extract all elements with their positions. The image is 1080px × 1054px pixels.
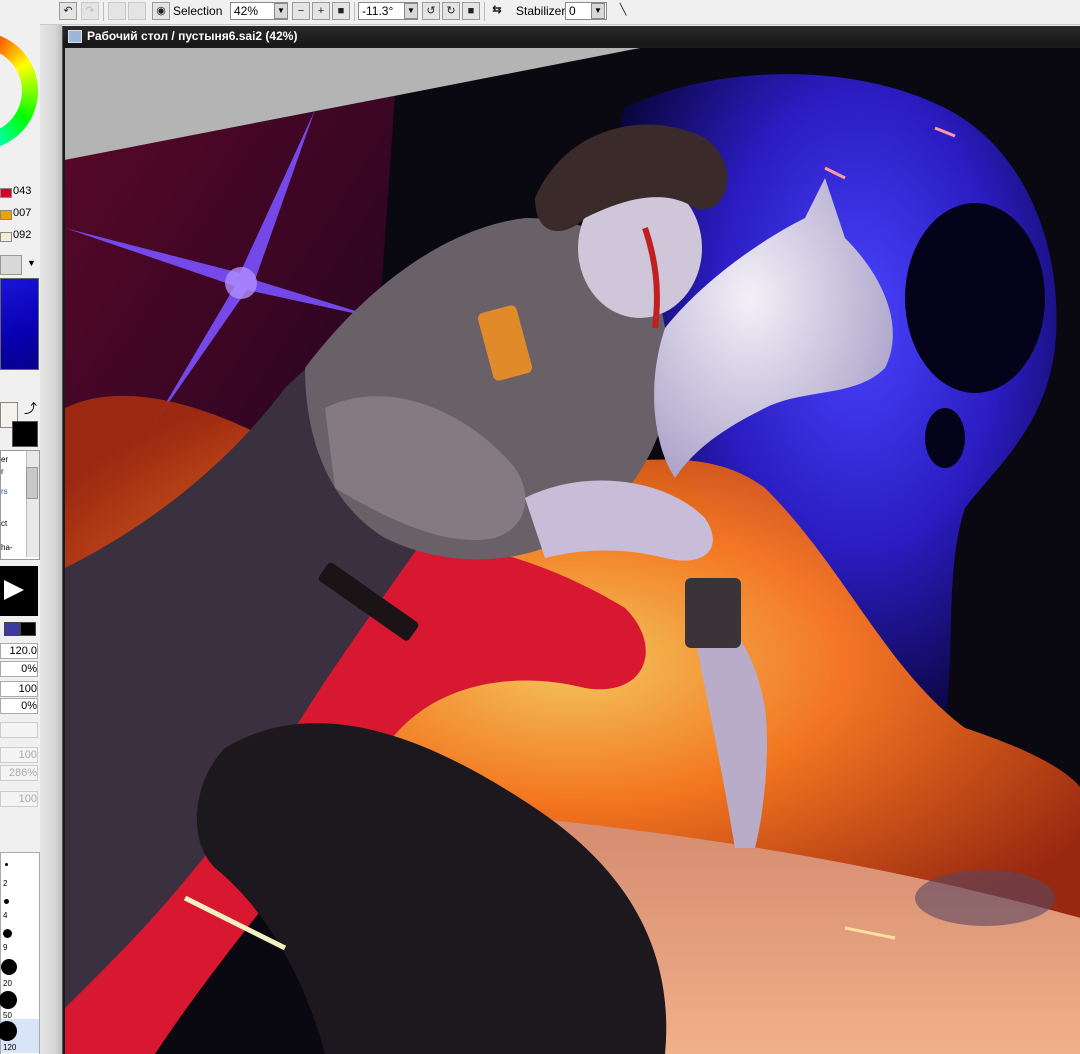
brush-size-item-selected[interactable]: 120 (0, 1019, 39, 1053)
slider-value: 007 (13, 207, 32, 219)
slider-swatch (0, 232, 12, 242)
foreground-color-swatch[interactable] (12, 421, 38, 447)
ground-shadow (915, 870, 1055, 926)
list-item[interactable]: er (1, 455, 8, 464)
drawing-canvas[interactable] (65, 48, 1080, 1054)
color-slider-orange[interactable]: 007 (0, 207, 40, 221)
brush-tip-shape (4, 580, 24, 600)
flip-arrows-icon[interactable]: ⇆ (488, 2, 506, 20)
min-size-field[interactable]: 0% (0, 661, 38, 677)
size-label: 2 (3, 879, 8, 888)
size-label: 20 (3, 979, 12, 988)
document-window: Рабочий стол / пустыня6.sai2 (42%) (62, 26, 1080, 1054)
density-field[interactable]: 100 (0, 681, 38, 697)
divider (484, 2, 485, 21)
brush-shape-preview[interactable] (0, 566, 38, 616)
brush-size-item[interactable]: 2 (1, 859, 39, 888)
chevron-down-icon[interactable]: ▼ (27, 258, 36, 268)
square-icon[interactable]: ■ (332, 2, 350, 20)
eraser-icon[interactable] (0, 255, 22, 275)
slider-value: 043 (13, 185, 32, 197)
eye-icon[interactable]: ◉ (152, 2, 170, 20)
sparkle-core (225, 267, 257, 299)
brush-size-item[interactable]: 20 (1, 957, 39, 988)
document-title: Рабочий стол / пустыня6.sai2 (42%) (87, 29, 298, 43)
artwork (65, 48, 1080, 1054)
list-item[interactable]: r (1, 467, 4, 476)
rotate-ccw-icon[interactable]: ↺ (422, 2, 440, 20)
invert-selection-icon[interactable] (128, 2, 146, 20)
color-slider-red[interactable]: 043 (0, 185, 40, 199)
size-dot (3, 929, 12, 938)
tool-list-scrollbar[interactable] (26, 451, 39, 557)
blank-field (0, 722, 38, 738)
brush-size-item[interactable]: 4 (1, 897, 39, 920)
stabilizer-label: Stabilizer (516, 4, 566, 18)
brush-size-item[interactable]: 9 (1, 927, 39, 952)
brush-size-list[interactable]: 2 4 9 20 50 120 (0, 852, 40, 1054)
list-item[interactable]: rs (1, 487, 8, 496)
square-icon[interactable]: ■ (462, 2, 480, 20)
size-label: 4 (3, 911, 8, 920)
left-tool-panel: 043 007 092 ▼ ⤴ er r rs ct ha- 120.0 0% … (0, 0, 40, 1054)
dilution-field: 286% (0, 765, 38, 781)
blending-field: 100 (0, 747, 38, 763)
size-label: 120 (3, 1043, 17, 1052)
scrollbar-thumb[interactable] (26, 467, 38, 499)
divider (103, 2, 104, 21)
swap-arrow-icon[interactable]: ⤴ (24, 398, 37, 417)
rotate-cw-icon[interactable]: ↻ (442, 2, 460, 20)
size-dot (5, 863, 8, 866)
primary-color-swatch[interactable] (0, 278, 39, 370)
window-icon (68, 30, 82, 43)
color-slider-cream[interactable]: 092 (0, 229, 40, 243)
redo-icon[interactable]: ↷ (81, 2, 99, 20)
brush-size-field[interactable]: 120.0 (0, 643, 38, 659)
mode-swatch-blue[interactable] (4, 622, 20, 636)
size-dot (4, 899, 9, 904)
size-label: 9 (3, 943, 8, 952)
min-density-field[interactable]: 0% (0, 698, 38, 714)
brush-size-item[interactable]: 50 (0, 989, 39, 1020)
line-icon[interactable]: ╲ (614, 2, 632, 20)
persistence-field: 100 (0, 791, 38, 807)
chevron-down-icon[interactable]: ▼ (274, 3, 288, 19)
size-dot (0, 1021, 17, 1041)
list-item[interactable]: ha- (1, 543, 13, 552)
deselect-icon[interactable] (108, 2, 126, 20)
slider-swatch (0, 210, 12, 220)
wrist-cuff (685, 578, 741, 648)
brush-tool-list[interactable]: er r rs ct ha- (0, 450, 40, 560)
panel-separator[interactable] (40, 0, 62, 1054)
size-dot (0, 991, 17, 1009)
mode-swatch-black[interactable] (20, 622, 36, 636)
top-toolbar: ↶ ↷ ◉ Selection 42% ▼ − + ■ -11.3° ▼ ↺ ↻… (40, 0, 1080, 25)
undo-icon[interactable]: ↶ (59, 2, 77, 20)
chevron-down-icon[interactable]: ▼ (404, 3, 418, 19)
slider-swatch (0, 188, 12, 198)
list-item[interactable]: ct (1, 519, 7, 528)
minus-icon[interactable]: − (292, 2, 310, 20)
divider (354, 2, 355, 21)
size-dot (1, 959, 17, 975)
plus-icon[interactable]: + (312, 2, 330, 20)
skull-nasal (925, 408, 965, 468)
document-title-bar[interactable]: Рабочий стол / пустыня6.sai2 (42%) (63, 26, 1080, 46)
chevron-down-icon[interactable]: ▼ (591, 3, 605, 19)
skull-eye-socket (905, 203, 1045, 393)
selection-label: Selection (173, 4, 223, 18)
slider-value: 092 (13, 229, 32, 241)
